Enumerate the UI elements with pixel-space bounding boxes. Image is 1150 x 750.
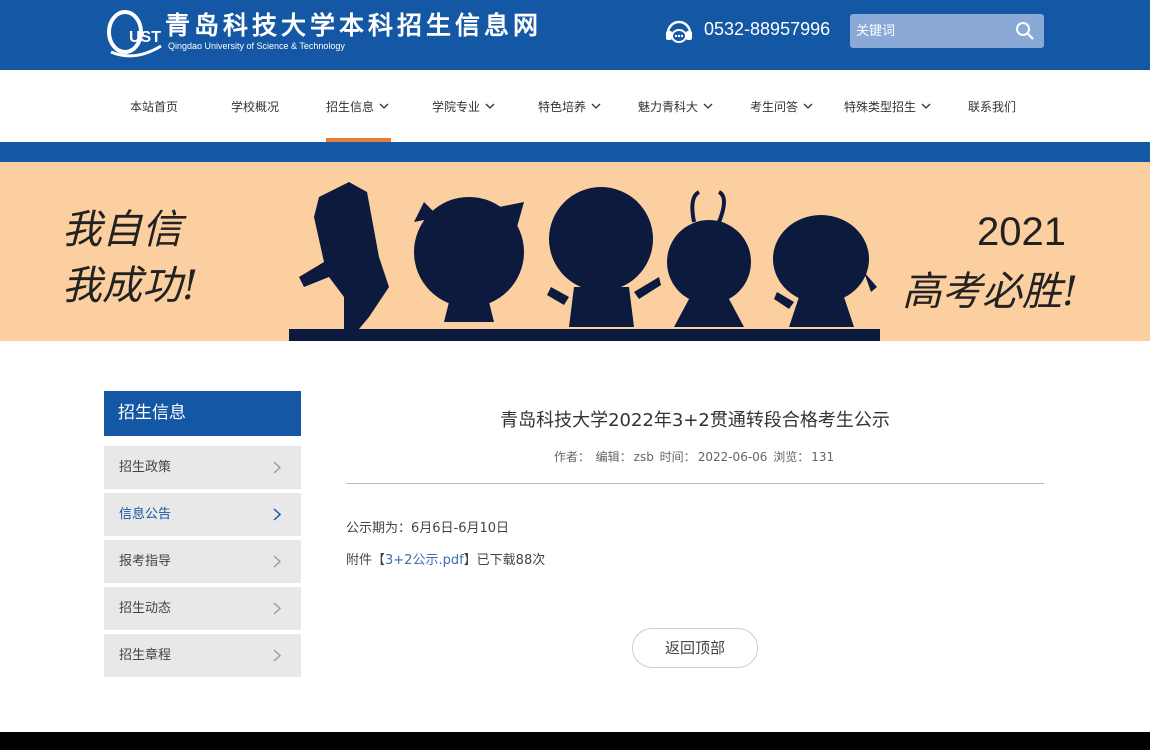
search-box — [850, 14, 1044, 48]
banner-slogan-line2: 我成功! — [62, 263, 199, 309]
nav-item-about[interactable]: 学校概况 — [231, 70, 279, 142]
banner-year: 2021 — [977, 210, 1066, 254]
nav-item-features[interactable]: 特色培养 — [538, 70, 601, 142]
sidebar-item-label: 报考指导 — [119, 554, 172, 569]
nav-item-campus[interactable]: 魅力青科大 — [638, 70, 713, 142]
search-input[interactable] — [856, 18, 1006, 44]
sidebar-item-label: 招生政策 — [119, 460, 172, 475]
chevron-down-icon — [803, 103, 813, 109]
sidebar-heading: 招生信息 — [104, 391, 301, 436]
logo-title: 青岛科技大学本科招生信息网 — [165, 11, 543, 40]
search-icon[interactable] — [1015, 21, 1035, 41]
back-to-top-button[interactable]: 返回顶部 — [632, 628, 758, 668]
phone-icon — [666, 20, 692, 43]
sidebar-item-label: 招生章程 — [119, 648, 172, 663]
banner-slogan-line1: 我自信 — [62, 207, 182, 253]
chevron-down-icon — [485, 103, 495, 109]
footer-bar — [0, 732, 1150, 750]
qust-logo-icon: UST — [107, 10, 162, 58]
nav-item-label: 学校概况 — [231, 99, 280, 114]
author-label: 作者： — [553, 450, 590, 464]
chevron-down-icon — [379, 103, 389, 109]
chevron-down-icon — [703, 103, 713, 109]
chevron-right-icon — [273, 461, 281, 474]
logo-subtitle: Qingdao University of Science & Technolo… — [168, 41, 345, 51]
nav-item-label: 魅力青科大 — [638, 99, 699, 114]
sidebar-item-label: 信息公告 — [119, 507, 172, 522]
banner-slogan-right: 高考必胜! — [902, 269, 1079, 315]
sidebar-item-guidance[interactable]: 报考指导 — [104, 540, 301, 583]
views-value: 131 — [811, 450, 835, 464]
sidebar-item-news[interactable]: 招生动态 — [104, 587, 301, 630]
nav-item-admissions[interactable]: 招生信息 — [326, 70, 391, 142]
nav-item-special[interactable]: 特殊类型招生 — [844, 70, 931, 142]
article-divider — [346, 483, 1044, 484]
nav-divider-strip — [0, 142, 1150, 162]
nav-item-label: 特色培养 — [538, 99, 587, 114]
sidebar-item-policy[interactable]: 招生政策 — [104, 446, 301, 489]
sidebar-item-notices[interactable]: 信息公告 — [104, 493, 301, 536]
article-meta: 作者： 编辑： zsb 时间： 2022-06-06 浏览： 131 — [346, 448, 1044, 465]
nav-item-label: 招生信息 — [326, 99, 375, 114]
nav-item-label: 联系我们 — [968, 99, 1017, 114]
attachment-link[interactable]: 3+2公示.pdf — [385, 553, 464, 568]
chevron-right-icon — [273, 602, 281, 615]
article-title: 青岛科技大学2022年3+2贯通转段合格考生公示 — [500, 410, 890, 431]
attachment-suffix: 】已下载88次 — [463, 553, 546, 568]
hero-banner: 我自信 我成功! 2021 高考必胜! — [0, 162, 1150, 341]
nav-item-label: 学院专业 — [432, 99, 481, 114]
nav-item-colleges[interactable]: 学院专业 — [432, 70, 495, 142]
editor-value: zsb — [633, 450, 654, 464]
main-nav: 本站首页 学校概况 招生信息 学院专业 特色培养 魅力青科大 考生问答 特殊类型… — [0, 70, 1150, 142]
chevron-right-icon — [273, 508, 281, 521]
header-bar: UST 青岛科技大学本科招生信息网 Qingdao University of … — [0, 0, 1150, 70]
attachment-prefix: 附件【 — [346, 553, 386, 568]
nav-item-label: 考生问答 — [750, 99, 799, 114]
time-value: 2022-06-06 — [697, 450, 768, 464]
nav-item-contact[interactable]: 联系我们 — [968, 70, 1016, 142]
nav-item-label: 本站首页 — [130, 99, 179, 114]
notice-period-text: 公示期为：6月6日-6月10日 — [346, 521, 510, 536]
nav-item-label: 特殊类型招生 — [844, 99, 917, 114]
chevron-right-icon — [273, 555, 281, 568]
site-logo[interactable]: UST 青岛科技大学本科招生信息网 Qingdao University of … — [105, 2, 565, 60]
chevron-down-icon — [921, 103, 931, 109]
attachment-line: 附件【3+2公示.pdf】已下载88次 — [346, 549, 545, 568]
sidebar-item-label: 招生动态 — [119, 601, 172, 616]
phone-number: 0532-88957996 — [704, 19, 831, 39]
chevron-down-icon — [591, 103, 601, 109]
svg-text:UST: UST — [129, 29, 161, 46]
nav-item-home[interactable]: 本站首页 — [130, 70, 178, 142]
nav-item-faq[interactable]: 考生问答 — [750, 70, 813, 142]
time-label: 时间： — [659, 450, 696, 464]
children-silhouettes-image — [289, 182, 880, 341]
views-label: 浏览： — [773, 450, 810, 464]
banner-slogan-left: 我自信 我成功! — [62, 202, 198, 314]
sidebar-item-charter[interactable]: 招生章程 — [104, 634, 301, 677]
editor-label: 编辑： — [595, 450, 632, 464]
chevron-right-icon — [273, 649, 281, 662]
